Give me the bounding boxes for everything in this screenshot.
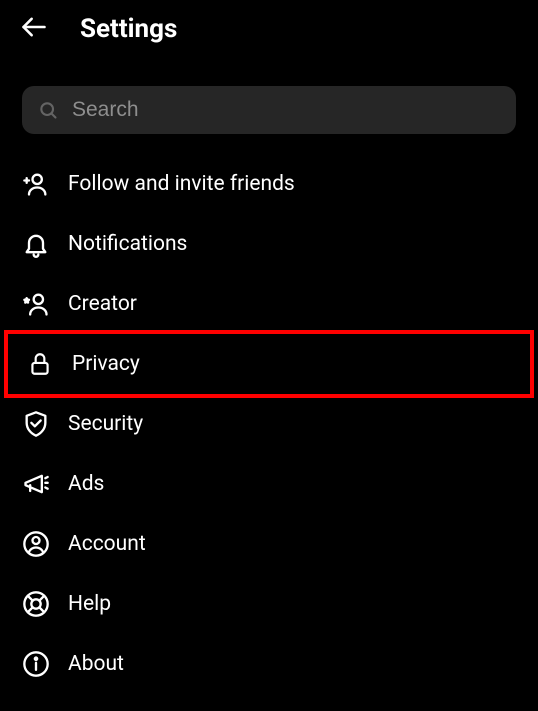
- shield-icon: [22, 410, 50, 438]
- menu-item-notifications[interactable]: Notifications: [0, 214, 538, 274]
- menu-label: Privacy: [72, 352, 140, 376]
- menu-label: Notifications: [68, 232, 187, 256]
- menu-item-ads[interactable]: Ads: [0, 454, 538, 514]
- menu-label: Security: [68, 412, 143, 436]
- account-circle-icon: [22, 530, 50, 558]
- menu-item-security[interactable]: Security: [0, 394, 538, 454]
- megaphone-icon: [22, 470, 50, 498]
- search-bar[interactable]: [22, 86, 516, 134]
- menu-item-follow-invite[interactable]: Follow and invite friends: [0, 154, 538, 214]
- menu-item-about[interactable]: About: [0, 634, 538, 694]
- menu-item-privacy[interactable]: Privacy: [4, 330, 534, 398]
- menu-label: Follow and invite friends: [68, 172, 295, 196]
- menu-item-help[interactable]: Help: [0, 574, 538, 634]
- back-button[interactable]: [20, 15, 48, 43]
- lock-icon: [26, 350, 54, 378]
- search-input[interactable]: [72, 98, 500, 122]
- menu-item-account[interactable]: Account: [0, 514, 538, 574]
- search-icon: [38, 100, 58, 120]
- menu-label: Ads: [68, 472, 104, 496]
- menu-label: Help: [68, 592, 111, 616]
- person-plus-icon: [22, 170, 50, 198]
- arrow-left-icon: [20, 13, 48, 45]
- menu-label: Creator: [68, 292, 137, 316]
- settings-menu: Follow and invite friends Notifications …: [0, 154, 538, 694]
- lifebuoy-icon: [22, 590, 50, 618]
- menu-label: Account: [68, 532, 146, 556]
- bell-icon: [22, 230, 50, 258]
- header: Settings: [0, 0, 538, 58]
- info-icon: [22, 650, 50, 678]
- menu-label: About: [68, 652, 124, 676]
- menu-item-creator[interactable]: Creator: [0, 274, 538, 334]
- page-title: Settings: [80, 14, 177, 44]
- person-star-icon: [22, 290, 50, 318]
